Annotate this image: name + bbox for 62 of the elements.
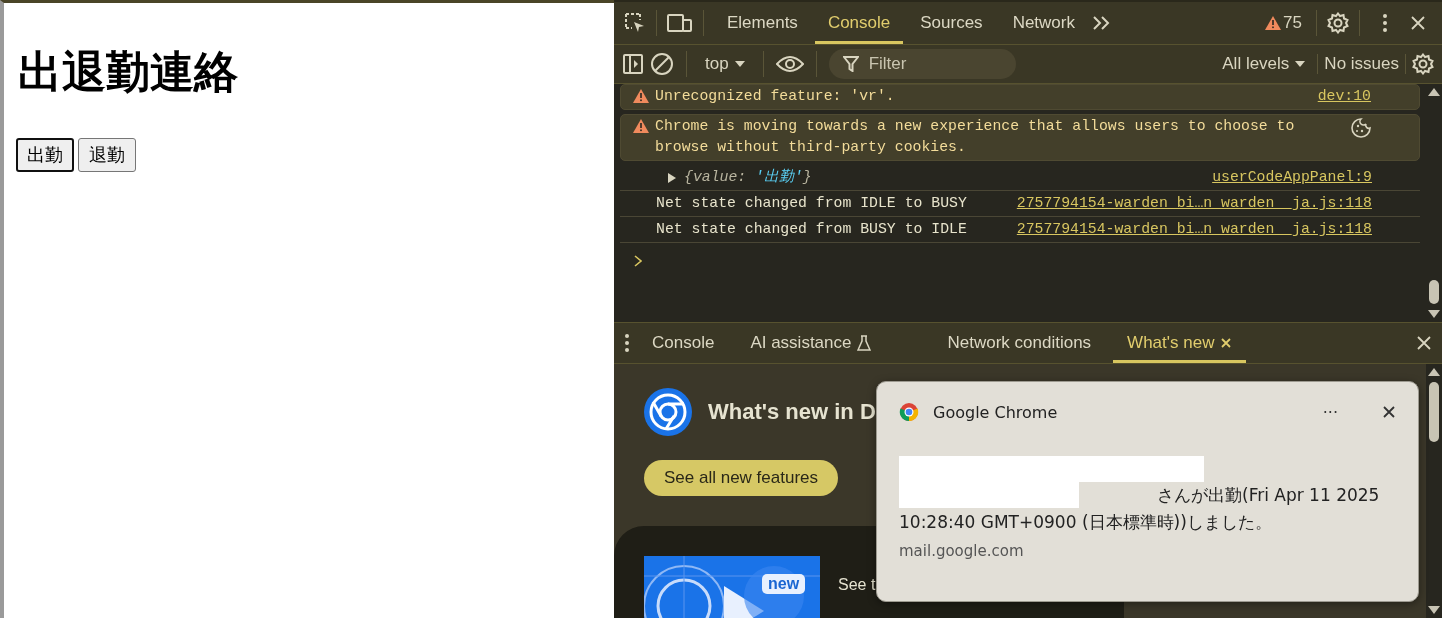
scroll-up-icon[interactable] [1428, 88, 1440, 96]
levels-dropdown[interactable]: All levels [1216, 54, 1312, 74]
caret-icon [734, 61, 745, 67]
log-text: Net state changed from BUSY to IDLE [656, 220, 968, 239]
caret-icon [1295, 61, 1306, 67]
warning-icon [1265, 16, 1282, 30]
sidebar-icon[interactable] [622, 53, 644, 75]
scrollbar-thumb[interactable] [1429, 280, 1439, 304]
scroll-up-icon[interactable] [1428, 368, 1440, 376]
see-all-button[interactable]: See all new features [644, 460, 839, 496]
source-link[interactable]: dev:10 [1317, 86, 1371, 107]
context-dropdown[interactable]: top [699, 54, 751, 74]
issues-label: No issues [1317, 54, 1406, 74]
source-link[interactable]: userCodeAppPanel:9 [1212, 167, 1372, 188]
devtools-logo-icon [644, 388, 692, 436]
panel-title: What's new in D [708, 399, 876, 425]
object-preview[interactable]: {value: '出勤'} [684, 167, 812, 188]
close-icon[interactable] [1382, 405, 1396, 419]
scrollbar[interactable] [1426, 364, 1442, 618]
page-button[interactable]: 退勤 [78, 138, 136, 172]
filter-icon [842, 56, 859, 72]
filter-field[interactable]: Filter [828, 49, 1017, 79]
page-button[interactable]: 出勤 [16, 138, 74, 172]
page-heading: 出退勤連絡 [18, 45, 238, 99]
warning-icon [633, 119, 649, 133]
warning-text: Chrome is moving towards a new experience that allows users to choose to browse without third-party cookies. [655, 117, 1296, 157]
drawer-tab[interactable]: AI assistance [736, 323, 886, 363]
flask-icon [857, 335, 872, 351]
log-text: Net state changed from IDLE to BUSY [656, 194, 968, 213]
prompt-icon[interactable] [634, 255, 642, 267]
scroll-down-icon[interactable] [1428, 310, 1440, 318]
card-text: See t [838, 576, 876, 595]
scrollbar-thumb[interactable] [1429, 382, 1439, 442]
scroll-down-icon[interactable] [1428, 606, 1440, 614]
warning-text: Unrecognized feature: 'vr'. [655, 87, 896, 106]
new-badge: new [762, 574, 806, 594]
more-icon[interactable] [624, 333, 630, 353]
notification-text: さんが出勤(Fri Apr 11 2025 [1157, 484, 1380, 507]
drawer-tab[interactable]: Network conditions [933, 323, 1106, 363]
more-options[interactable]: ··· [1322, 402, 1338, 422]
more-icon[interactable] [1382, 13, 1388, 33]
app-name: Google Chrome [933, 402, 1059, 422]
more-tabs-icon[interactable] [1092, 15, 1112, 31]
devtools-tab[interactable]: Elements [714, 2, 811, 44]
settings-icon[interactable] [1327, 12, 1349, 34]
source-link[interactable]: 2757794154-warden_bi…n_warden__ja.js:118 [1016, 193, 1372, 214]
source-link[interactable]: 2757794154-warden_bi…n_warden__ja.js:118 [1016, 219, 1372, 240]
chrome-logo-icon [899, 402, 919, 422]
device-icon[interactable] [667, 12, 693, 34]
devtools-tab[interactable]: Network [999, 2, 1088, 44]
notification-origin: mail.google.com [899, 542, 1025, 560]
cookie-icon[interactable] [1351, 118, 1371, 138]
eye-icon[interactable] [775, 55, 804, 73]
warning-icon [633, 89, 649, 103]
settings-icon[interactable] [1412, 53, 1434, 75]
inspect-icon[interactable] [624, 12, 646, 34]
devtools-tab[interactable]: Sources [907, 2, 996, 44]
clear-icon[interactable] [650, 52, 674, 76]
expand-arrow-icon[interactable] [668, 172, 676, 183]
warning-counter[interactable]: 75 [1261, 9, 1306, 37]
notification-text: 10:28:40 GMT+0900 (日本標準時))しました。 [899, 511, 1272, 534]
drawer-tab[interactable]: Console [638, 323, 729, 363]
